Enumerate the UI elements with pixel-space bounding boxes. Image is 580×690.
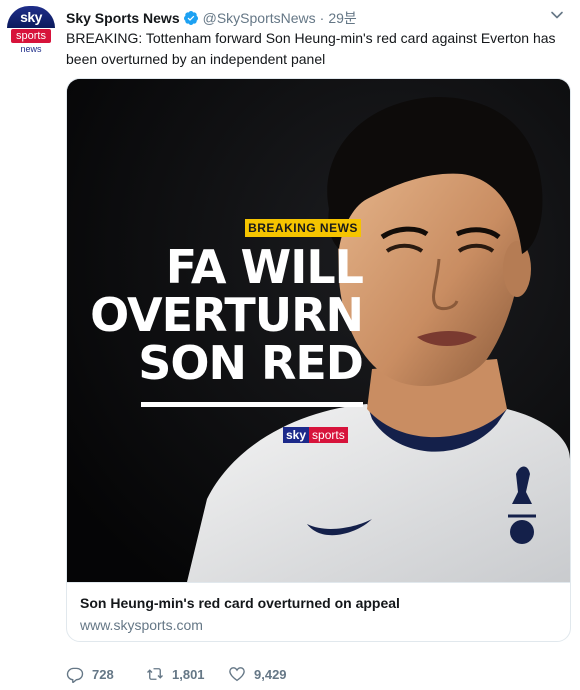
account-name[interactable]: Sky Sports News (66, 10, 180, 26)
headline-underline (141, 402, 363, 407)
like-button[interactable]: 9,429 (228, 665, 308, 683)
headline-line-3: SON RED (138, 336, 364, 390)
sky-sports-logo: sky sports (283, 427, 348, 443)
tweet[interactable]: sky sports news Sky Sports News @SkySpor… (0, 0, 580, 690)
card-domain: www.skysports.com (80, 617, 203, 633)
logo-sky: sky (283, 427, 310, 443)
card-info[interactable]: Son Heung-min's red card overturned on a… (67, 582, 570, 641)
reply-count: 728 (92, 666, 114, 682)
chevron-down-icon[interactable] (550, 8, 564, 22)
avatar-sports-text: sports (11, 29, 51, 43)
avatar-sky-text: sky (7, 6, 55, 28)
tweet-header: Sky Sports News @SkySportsNews · 29분 (66, 8, 357, 28)
tweet-timestamp[interactable]: 29분 (328, 8, 356, 28)
tweet-text: BREAKING: Tottenham forward Son Heung-mi… (66, 30, 556, 67)
avatar[interactable]: sky sports news (7, 6, 55, 54)
account-handle[interactable]: @SkySportsNews (203, 10, 316, 26)
heart-icon (229, 667, 245, 682)
card-image[interactable]: BREAKING NEWS FA WILL OVERTURN SON RED s… (67, 79, 570, 582)
verified-badge-icon (183, 11, 198, 25)
reply-button[interactable]: 728 (66, 665, 146, 683)
card-title[interactable]: Son Heung-min's red card overturned on a… (80, 593, 557, 613)
tweet-actions: 728 1,801 9,429 (66, 664, 308, 684)
logo-sports: sports (309, 427, 348, 443)
retweet-count: 1,801 (172, 666, 205, 682)
retweet-icon (147, 668, 163, 680)
retweet-button[interactable]: 1,801 (146, 665, 228, 683)
link-card[interactable]: BREAKING NEWS FA WILL OVERTURN SON RED s… (66, 78, 571, 642)
reply-icon (66, 667, 84, 683)
like-count: 9,429 (254, 666, 287, 682)
avatar-news-text: news (20, 44, 42, 54)
separator-dot: · (319, 10, 325, 26)
breaking-news-badge: BREAKING NEWS (245, 219, 361, 237)
